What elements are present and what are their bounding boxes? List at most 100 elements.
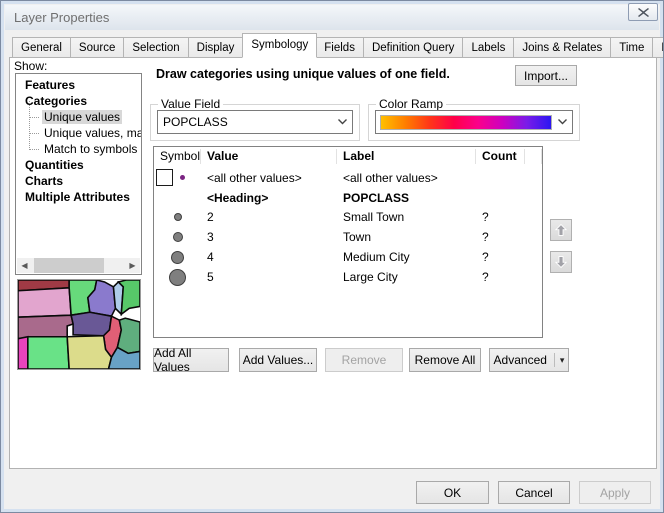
count-cell: ?: [476, 210, 525, 224]
all-other-values-checkbox[interactable]: [156, 169, 173, 186]
symbol-cell[interactable]: [154, 207, 201, 227]
show-label: Show:: [14, 59, 47, 73]
tree-horizontal-scrollbar[interactable]: ◀ ▶: [17, 258, 140, 273]
value-cell: 4: [201, 250, 337, 264]
value-cell: 2: [201, 210, 337, 224]
table-row[interactable]: 5Large City?: [154, 267, 542, 287]
scroll-right-icon[interactable]: ▶: [125, 258, 140, 273]
window-title: Layer Properties: [14, 10, 109, 25]
table-body: <all other values><all other values><Hea…: [154, 166, 542, 287]
column-header-value[interactable]: Value: [201, 149, 337, 164]
table-header: SymbolValueLabelCount: [154, 147, 542, 166]
symbol-cell[interactable]: [154, 189, 201, 207]
tree-item-quantities[interactable]: Quantities: [16, 157, 141, 173]
advanced-button[interactable]: Advanced ▾: [489, 348, 569, 372]
ok-button[interactable]: OK: [416, 481, 489, 504]
tree-item-label: Unique values, many: [42, 126, 142, 140]
color-ramp-swatch: [380, 115, 552, 130]
count-cell: ?: [476, 250, 525, 264]
tab-time[interactable]: Time: [611, 37, 653, 58]
map-region-indiana: [117, 318, 140, 353]
title-bar: Layer Properties: [5, 5, 659, 30]
tab-selection[interactable]: Selection: [124, 37, 188, 58]
color-ramp-dropdown[interactable]: [375, 110, 573, 134]
close-icon: [638, 8, 649, 17]
label-cell: <all other values>: [337, 171, 476, 185]
value-cell: <Heading>: [201, 191, 337, 205]
tab-definition-query[interactable]: Definition Query: [364, 37, 463, 58]
tab-display[interactable]: Display: [189, 37, 244, 58]
move-down-button[interactable]: [550, 251, 572, 273]
tab-strip: GeneralSourceSelectionDisplaySymbologyFi…: [12, 33, 664, 58]
table-row[interactable]: 4Medium City?: [154, 247, 542, 267]
tree-item-match-to-symbols-in-a[interactable]: Match to symbols in a: [16, 141, 141, 157]
point-symbol-icon[interactable]: [173, 232, 183, 242]
point-symbol-icon[interactable]: [171, 251, 184, 264]
button-label: Advanced: [494, 353, 547, 367]
scrollbar-track[interactable]: [32, 258, 125, 273]
tab-source[interactable]: Source: [71, 37, 124, 58]
column-header-spacer: [525, 149, 542, 164]
move-up-button[interactable]: [550, 219, 572, 241]
point-symbol-icon[interactable]: [174, 213, 182, 221]
column-header-symbol[interactable]: Symbol: [154, 149, 201, 164]
close-button[interactable]: [628, 3, 658, 21]
tab-general[interactable]: General: [12, 37, 71, 58]
up-arrow-icon: [553, 222, 569, 238]
tree-item-charts[interactable]: Charts: [16, 173, 141, 189]
table-row[interactable]: <Heading>POPCLASS: [154, 189, 542, 207]
column-header-count[interactable]: Count: [476, 149, 525, 164]
value-cell: <all other values>: [201, 171, 337, 185]
value-cell: 3: [201, 230, 337, 244]
table-row[interactable]: 2Small Town?: [154, 207, 542, 227]
method-description: Draw categories using unique values of o…: [156, 67, 450, 81]
symbol-cell[interactable]: [154, 166, 201, 189]
scrollbar-thumb[interactable]: [34, 258, 104, 273]
map-preview: [17, 279, 141, 370]
import-button[interactable]: Import...: [515, 65, 577, 86]
point-symbol-icon[interactable]: [169, 269, 186, 286]
add-all-values-button[interactable]: Add All Values: [153, 348, 229, 372]
tab-joins-relates[interactable]: Joins & Relates: [514, 37, 611, 58]
tab-fields[interactable]: Fields: [316, 37, 364, 58]
scroll-left-icon[interactable]: ◀: [17, 258, 32, 273]
label-cell: Medium City: [337, 250, 476, 264]
label-cell: POPCLASS: [337, 191, 476, 205]
tab-html-popup[interactable]: HTML Popup: [653, 37, 664, 58]
chevron-down-icon: [332, 119, 352, 125]
count-cell: ?: [476, 230, 525, 244]
label-cell: Town: [337, 230, 476, 244]
value-field-dropdown[interactable]: POPCLASS: [157, 110, 353, 134]
tab-labels[interactable]: Labels: [463, 37, 514, 58]
value-cell: 5: [201, 270, 337, 284]
color-ramp-label: Color Ramp: [376, 97, 446, 111]
table-row[interactable]: 3Town?: [154, 227, 542, 247]
symbol-cell[interactable]: [154, 227, 201, 247]
remove-button: Remove: [325, 348, 403, 372]
down-arrow-icon: [553, 254, 569, 270]
map-region-iowa: [71, 312, 111, 335]
tab-symbology[interactable]: Symbology: [242, 33, 317, 58]
cancel-button[interactable]: Cancel: [498, 481, 570, 504]
button-label: Add All Values: [154, 346, 228, 374]
layer-properties-dialog: Layer Properties GeneralSourceSelectionD…: [0, 0, 664, 513]
count-cell: ?: [476, 270, 525, 284]
symbol-cell[interactable]: [154, 267, 201, 287]
add-values-button[interactable]: Add Values...: [239, 348, 317, 372]
button-label: Remove All: [415, 353, 476, 367]
table-row[interactable]: <all other values><all other values>: [154, 166, 542, 189]
tree-item-features[interactable]: Features: [16, 77, 141, 93]
map-region-missouri: [67, 336, 111, 369]
column-header-label[interactable]: Label: [337, 149, 476, 164]
map-preview-image: [18, 280, 140, 369]
symbol-cell[interactable]: [154, 247, 201, 267]
show-tree-items: FeaturesCategoriesUnique valuesUnique va…: [16, 74, 141, 205]
label-cell: Small Town: [337, 210, 476, 224]
map-region-nebraska: [18, 315, 73, 338]
tree-item-multiple-attributes[interactable]: Multiple Attributes: [16, 189, 141, 205]
button-divider: [554, 353, 555, 367]
apply-button: Apply: [579, 481, 651, 504]
remove-all-button[interactable]: Remove All: [409, 348, 481, 372]
menu-dropdown-icon[interactable]: ▾: [560, 355, 565, 366]
label-cell: Large City: [337, 270, 476, 284]
